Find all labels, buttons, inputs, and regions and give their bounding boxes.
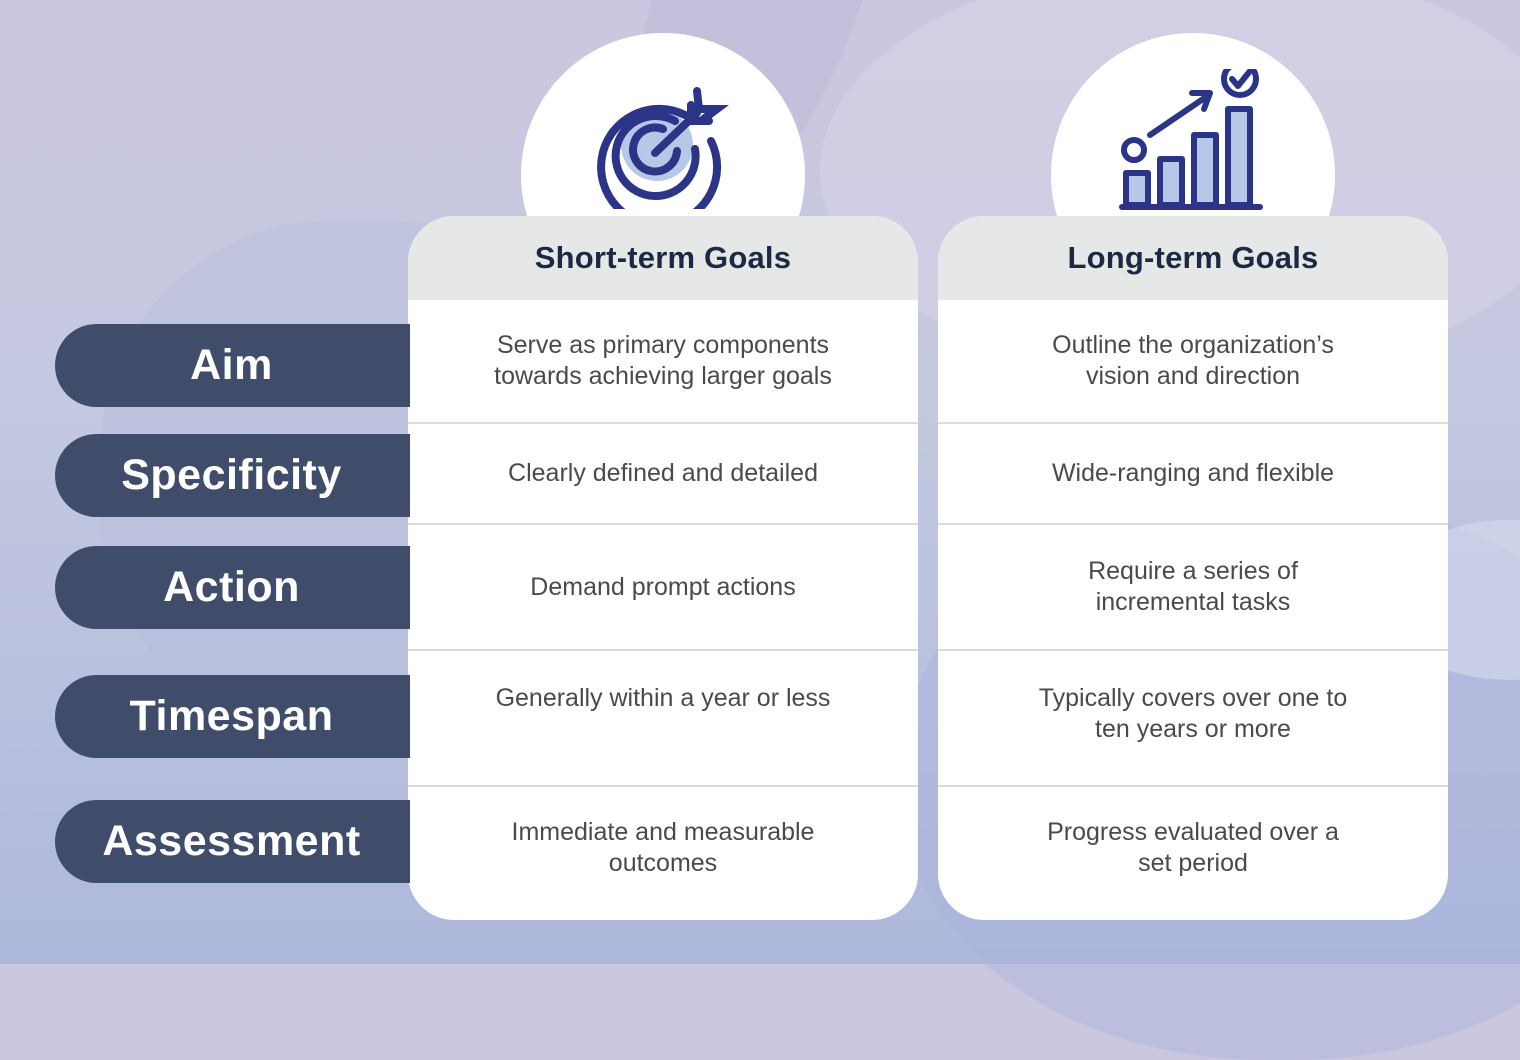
row-label-specificity: Specificity xyxy=(55,434,410,517)
cell-text: outcomes xyxy=(608,849,718,877)
row-label-assessment: Assessment xyxy=(55,800,410,883)
short-timespan-cell: Generally within a year or less xyxy=(408,649,918,785)
short-specificity-cell: Clearly defined and detailed xyxy=(408,422,918,523)
long-aim-cell: Outline the organization’s vision and dir… xyxy=(938,300,1448,422)
long-specificity-cell: Wide-ranging and flexible xyxy=(938,422,1448,523)
short-term-goals-header: Short-term Goals xyxy=(408,216,918,300)
cell-text: Generally within a year or less xyxy=(495,684,831,712)
row-label-aim: Aim xyxy=(55,324,410,407)
cell-text: Wide-ranging and flexible xyxy=(1051,459,1335,487)
long-term-goals-header: Long-term Goals xyxy=(938,216,1448,300)
cell-text: Immediate and measurable xyxy=(511,818,815,846)
long-term-goals-card: Long-term Goals Outline the organization… xyxy=(938,216,1448,920)
cell-text: incremental tasks xyxy=(1095,588,1291,616)
cell-text: Progress evaluated over a xyxy=(1047,818,1339,846)
short-term-goals-card: Short-term Goals Serve as primary compon… xyxy=(408,216,918,920)
cell-text: Outline the organization’s xyxy=(1052,331,1334,359)
growth-chart-check-icon xyxy=(1119,69,1263,210)
target-arrow-icon xyxy=(597,87,729,209)
cell-text: towards achieving larger goals xyxy=(494,362,832,390)
long-action-cell: Require a series of incremental tasks xyxy=(938,523,1448,649)
cell-text: vision and direction xyxy=(1085,362,1300,390)
long-timespan-cell: Typically covers over one to ten years or… xyxy=(938,649,1448,785)
row-label-action: Action xyxy=(55,546,410,629)
short-assessment-cell: Immediate and measurable outcomes xyxy=(408,785,918,920)
short-action-cell: Demand prompt actions xyxy=(408,523,918,649)
row-label-timespan: Timespan xyxy=(55,675,410,758)
cell-text: Require a series of xyxy=(1088,557,1298,585)
cell-text: set period xyxy=(1138,849,1248,877)
cell-text: Clearly defined and detailed xyxy=(508,459,818,487)
short-aim-cell: Serve as primary components towards achie… xyxy=(408,300,918,422)
cell-text: Serve as primary components xyxy=(496,331,830,359)
cell-text: Typically covers over one to xyxy=(1038,684,1348,712)
long-assessment-cell: Progress evaluated over a set period xyxy=(938,785,1448,920)
cell-text: Demand prompt actions xyxy=(530,572,796,601)
cell-text: ten years or more xyxy=(1095,715,1291,743)
